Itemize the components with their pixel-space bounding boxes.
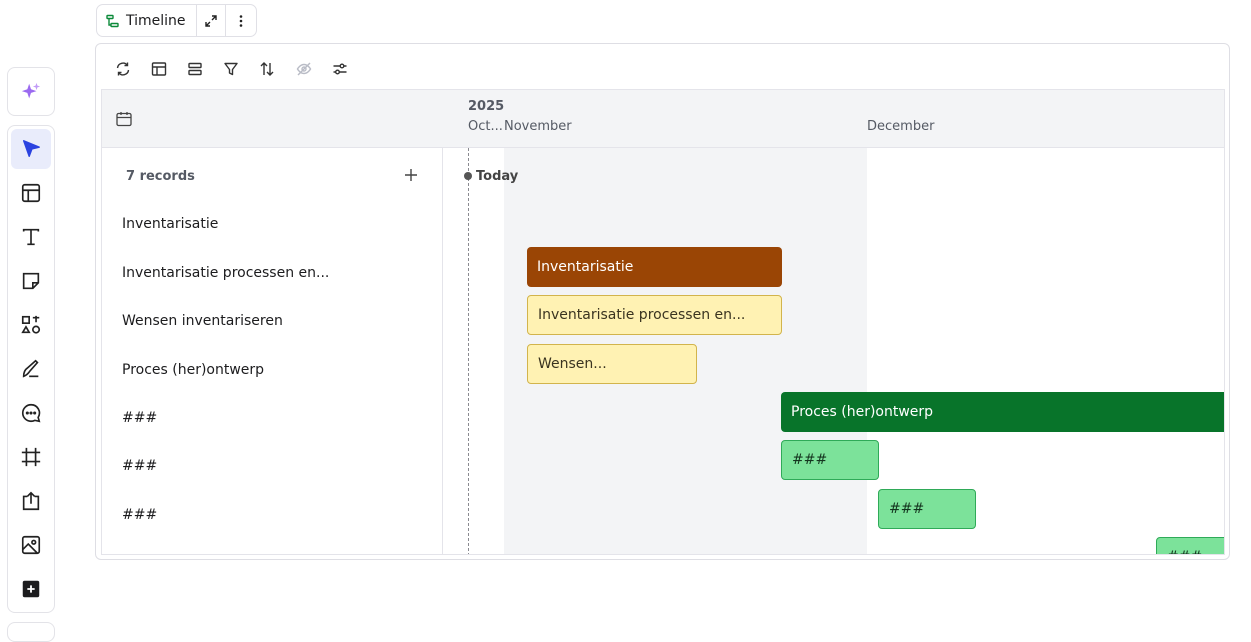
today-line [468, 148, 469, 554]
image-tool-button[interactable] [11, 525, 51, 565]
records-column: 7 records Inventarisatie Inventarisatie … [102, 148, 443, 554]
layout-tool-button[interactable] [11, 173, 51, 213]
record-label[interactable]: Wensen inventariseren [122, 313, 283, 329]
timeline-bar[interactable]: ### [781, 440, 879, 480]
record-label[interactable]: Proces (her)ontwerp [122, 362, 264, 378]
timeline-bar[interactable]: Wensen... [527, 344, 697, 384]
timeline-bar[interactable]: Inventarisatie [527, 247, 782, 287]
comment-tool-button[interactable] [11, 393, 51, 433]
sparkle-icon [21, 82, 41, 98]
filter-icon [224, 62, 238, 76]
calendar-icon[interactable] [115, 110, 133, 128]
group-button[interactable] [184, 58, 206, 80]
pen-icon [22, 359, 39, 378]
kebab-menu-icon [239, 14, 243, 27]
widget-header: Timeline [96, 4, 257, 37]
table-view-button[interactable] [148, 58, 170, 80]
ai-sparkle-button[interactable] [11, 72, 51, 112]
left-toolbar-footer [7, 622, 55, 642]
timeline-icon [106, 14, 119, 27]
record-label[interactable]: ### [122, 507, 157, 523]
sticky-note-icon [22, 272, 40, 290]
left-toolbar [7, 125, 55, 613]
sort-icon [260, 62, 274, 76]
layout-icon [21, 183, 41, 203]
shapes-icon [21, 315, 41, 334]
text-icon [22, 228, 40, 246]
add-more-button[interactable] [11, 569, 51, 609]
settings-sliders-icon [333, 63, 347, 75]
month-label-november: November [504, 119, 572, 134]
year-label: 2025 [468, 99, 505, 114]
month-label-december: December [867, 119, 935, 134]
more-options-button[interactable] [226, 5, 256, 36]
expand-button[interactable] [197, 5, 227, 36]
frame-tool-button[interactable] [11, 437, 51, 477]
record-count: 7 records [126, 169, 195, 184]
upload-icon [22, 491, 40, 511]
text-tool-button[interactable] [11, 217, 51, 257]
record-label[interactable]: Inventarisatie [122, 216, 218, 232]
widget-title-button[interactable]: Timeline [97, 5, 197, 36]
hide-fields-button[interactable] [293, 58, 315, 80]
record-label[interactable]: Inventarisatie processen en... [122, 265, 329, 281]
timeline-bar[interactable]: Inventarisatie processen en... [527, 295, 782, 335]
expand-icon [205, 14, 217, 27]
refresh-button[interactable] [112, 58, 134, 80]
ai-assistant-panel [7, 67, 55, 116]
sticky-note-tool-button[interactable] [11, 261, 51, 301]
timeline-widget: 2025 Oct... November December 7 records … [95, 43, 1230, 560]
record-label[interactable]: ### [122, 410, 157, 426]
month-label-october: Oct... [468, 119, 503, 134]
today-marker [464, 172, 472, 180]
image-icon [21, 535, 41, 555]
shapes-tool-button[interactable] [11, 305, 51, 345]
record-label[interactable]: ### [122, 458, 157, 474]
settings-button[interactable] [329, 58, 351, 80]
upload-tool-button[interactable] [11, 481, 51, 521]
select-arrow-icon [22, 140, 40, 158]
comment-icon [22, 403, 41, 423]
timeline-grid: 2025 Oct... November December 7 records … [101, 89, 1225, 555]
group-icon [188, 62, 202, 76]
pen-tool-button[interactable] [11, 349, 51, 389]
frame-icon [21, 447, 41, 467]
timeline-bar[interactable]: Proces (her)ontwerp [781, 392, 1224, 432]
widget-title: Timeline [126, 12, 186, 29]
timeline-bar[interactable]: ### [1156, 537, 1224, 554]
today-label: Today [476, 169, 519, 184]
add-icon [22, 580, 40, 598]
sort-button[interactable] [256, 58, 278, 80]
filter-button[interactable] [220, 58, 242, 80]
table-icon [151, 62, 167, 76]
timeline-bar[interactable]: ### [878, 489, 976, 529]
hide-icon [296, 62, 312, 76]
timeline-header: 2025 Oct... November December [102, 90, 1224, 148]
select-tool-button[interactable] [11, 129, 51, 169]
refresh-icon [116, 62, 130, 76]
add-record-icon[interactable] [402, 166, 420, 184]
